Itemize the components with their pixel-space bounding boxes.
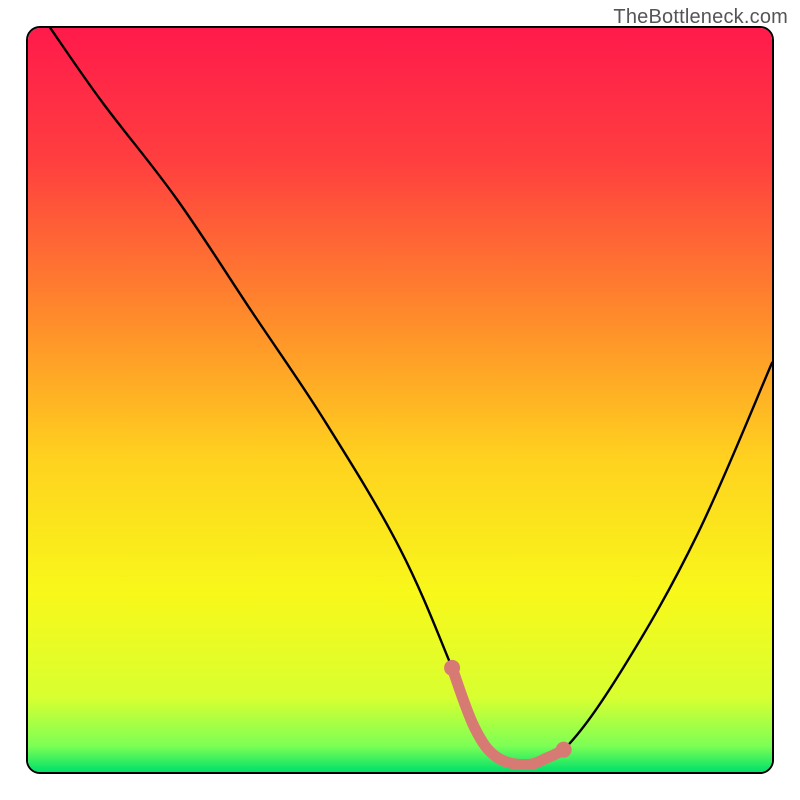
sweet-spot-end-dot: [556, 742, 572, 758]
chart-curves: [28, 28, 772, 772]
sweet-spot-start-dot: [444, 660, 460, 676]
bottleneck-chart: [26, 26, 774, 774]
sweet-spot-line: [452, 668, 564, 765]
bottleneck-curve: [50, 28, 772, 765]
